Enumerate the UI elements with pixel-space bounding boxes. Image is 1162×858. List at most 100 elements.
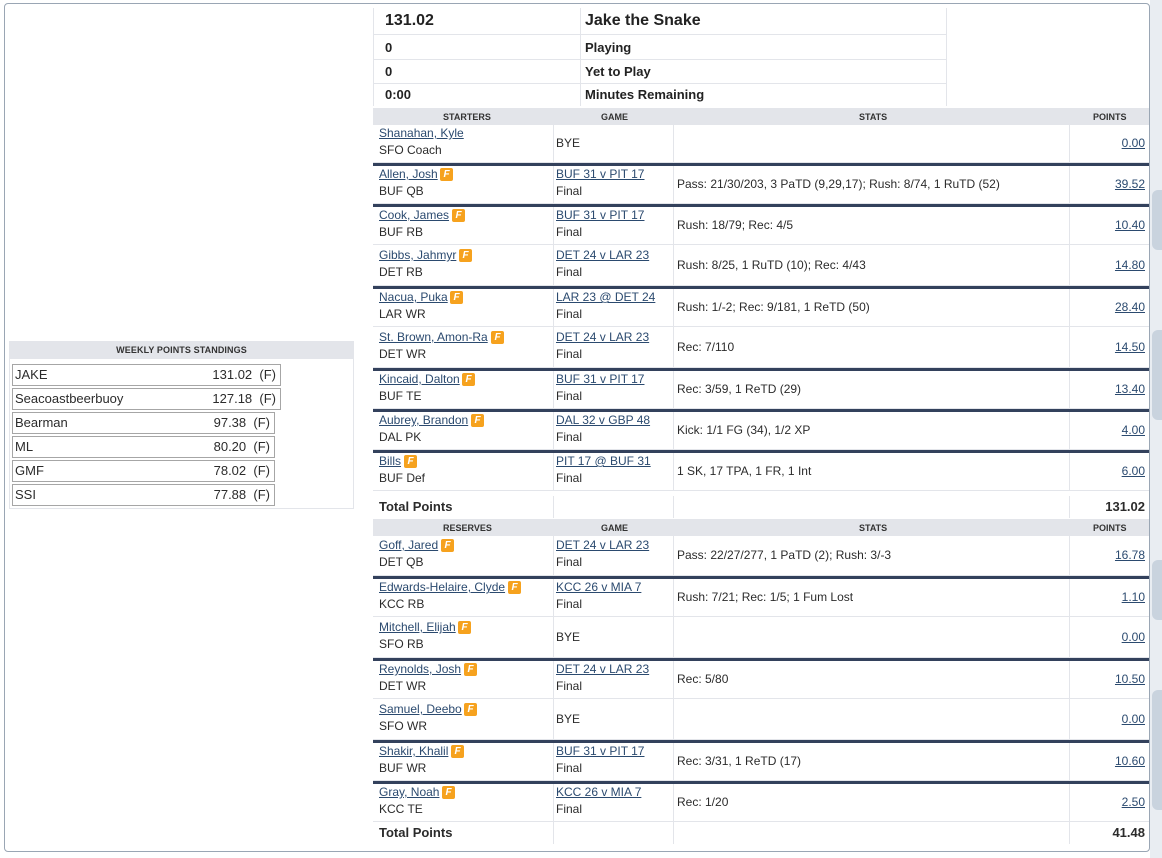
player-points-link[interactable]: 14.50 [1115, 340, 1145, 354]
player-points-link[interactable]: 1.10 [1122, 590, 1145, 604]
game-status: Final [556, 761, 583, 775]
player-stats: Pass: 21/30/203, 3 PaTD (9,29,17); Rush:… [677, 177, 1000, 191]
player-name-link[interactable]: Kincaid, Dalton [379, 372, 460, 386]
player-points-link[interactable]: 10.50 [1115, 672, 1145, 686]
fantasy-news-icon[interactable]: F [464, 703, 477, 716]
game-link[interactable]: LAR 23 @ DET 24 [556, 290, 655, 304]
game-status: BYE [556, 630, 581, 644]
player-name-link[interactable]: Edwards-Helaire, Clyde [379, 580, 505, 594]
game-status: Final [556, 430, 583, 444]
fantasy-news-icon[interactable]: F [462, 373, 475, 386]
player-name-link[interactable]: Shanahan, Kyle [379, 126, 464, 140]
column-divider [673, 496, 674, 518]
player-position: LAR WR [379, 307, 426, 321]
fantasy-news-icon[interactable]: F [464, 663, 477, 676]
player-name-link[interactable]: Gray, Noah [379, 785, 439, 799]
fantasy-news-icon[interactable]: F [442, 786, 455, 799]
player-name-link[interactable]: Goff, Jared [379, 538, 438, 552]
game-link[interactable]: PIT 17 @ BUF 31 [556, 454, 651, 468]
column-divider [553, 617, 554, 657]
fantasy-news-icon[interactable]: F [508, 581, 521, 594]
player-points-link[interactable]: 14.80 [1115, 258, 1145, 272]
player-name: Allen, Josh [379, 167, 438, 181]
game-link[interactable]: BUF 31 v PIT 17 [556, 167, 644, 181]
game-link[interactable]: DET 24 v LAR 23 [556, 662, 649, 676]
game-link[interactable]: KCC 26 v MIA 7 [556, 785, 641, 799]
fantasy-news-icon[interactable]: F [458, 621, 471, 634]
game-link[interactable]: DET 24 v LAR 23 [556, 248, 649, 262]
player-points-link[interactable]: 10.40 [1115, 218, 1145, 232]
player-name-link[interactable]: Shakir, Khalil [379, 744, 448, 758]
game-link[interactable]: BUF 31 v PIT 17 [556, 372, 644, 386]
player-points-link[interactable]: 0.00 [1122, 136, 1145, 150]
player-points-link[interactable]: 0.00 [1122, 630, 1145, 644]
column-divider [1069, 784, 1070, 821]
player-name-link[interactable]: Bills [379, 454, 401, 468]
player-name: Gray, Noah [379, 785, 440, 799]
player-points-link[interactable]: 28.40 [1115, 300, 1145, 314]
player-name-link[interactable]: St. Brown, Amon-Ra [379, 330, 488, 344]
player-name-link[interactable]: Nacua, Puka [379, 290, 448, 304]
fantasy-news-icon[interactable]: F [441, 539, 454, 552]
minutes-remaining-value: 0:00 [385, 87, 412, 102]
game-link[interactable]: BUF 31 v PIT 17 [556, 208, 644, 222]
column-divider [1069, 327, 1070, 367]
column-divider [673, 371, 674, 408]
game-link[interactable]: BUF 31 v PIT 17 [556, 744, 644, 758]
player-row: Samuel, Deebo F SFO WR BYE 0.00 [373, 699, 1149, 740]
column-divider [553, 743, 554, 780]
column-divider [673, 579, 674, 616]
player-name-link[interactable]: Gibbs, Jahmyr [379, 248, 456, 262]
player-name: Gibbs, Jahmyr [379, 248, 457, 262]
player-stats: Rec: 1/20 [677, 795, 729, 809]
player-row: Gray, Noah F KCC TE KCC 26 v MIA 7 Final Rec:… [373, 781, 1149, 822]
player-points-link[interactable]: 16.78 [1115, 548, 1145, 562]
column-divider [1069, 245, 1070, 285]
column-divider [673, 743, 674, 780]
column-divider [553, 496, 554, 518]
header-score-row: 131.02 Jake the Snake [373, 8, 946, 35]
column-divider [553, 207, 554, 244]
game-link[interactable]: DET 24 v LAR 23 [556, 538, 649, 552]
fantasy-news-icon[interactable]: F [450, 291, 463, 304]
fantasy-news-icon[interactable]: F [452, 209, 465, 222]
player-points-link[interactable]: 4.00 [1122, 423, 1145, 437]
col-game: GAME [601, 112, 628, 122]
yet-to-play-label: Yet to Play [585, 64, 651, 79]
player-position: DAL PK [379, 430, 422, 444]
player-points-link[interactable]: 6.00 [1122, 464, 1145, 478]
player-points-link[interactable]: 2.50 [1122, 795, 1145, 809]
game-status: Final [556, 802, 583, 816]
player-points-link[interactable]: 39.52 [1115, 177, 1145, 191]
fantasy-news-icon[interactable]: F [459, 249, 472, 262]
player-name-link[interactable]: Reynolds, Josh [379, 662, 461, 676]
game-link[interactable]: DET 24 v LAR 23 [556, 330, 649, 344]
page-scroll-edge [1150, 0, 1162, 858]
column-divider [673, 125, 674, 162]
column-divider [553, 327, 554, 367]
player-name-link[interactable]: Cook, James [379, 208, 449, 222]
column-divider [553, 453, 554, 490]
standings-team: SSI [15, 487, 36, 502]
game-status: Final [556, 184, 583, 198]
player-points-link[interactable]: 0.00 [1122, 712, 1145, 726]
player-points-link[interactable]: 10.60 [1115, 754, 1145, 768]
col-reserves: RESERVES [443, 523, 492, 533]
game-link[interactable]: DAL 32 v GBP 48 [556, 413, 650, 427]
game-link[interactable]: KCC 26 v MIA 7 [556, 580, 641, 594]
player-points-link[interactable]: 13.40 [1115, 382, 1145, 396]
col-stats: STATS [859, 523, 888, 533]
player-stats: 1 SK, 17 TPA, 1 FR, 1 Int [677, 464, 812, 478]
column-divider [673, 412, 674, 449]
fantasy-news-icon[interactable]: F [491, 331, 504, 344]
fantasy-news-icon[interactable]: F [451, 745, 464, 758]
player-name-link[interactable]: Mitchell, Elijah [379, 620, 456, 634]
fantasy-news-icon[interactable]: F [404, 455, 417, 468]
column-divider [1069, 743, 1070, 780]
player-name-link[interactable]: Samuel, Deebo [379, 702, 462, 716]
player-name-link[interactable]: Allen, Josh [379, 167, 438, 181]
player-name-link[interactable]: Aubrey, Brandon [379, 413, 468, 427]
fantasy-news-icon[interactable]: F [471, 414, 484, 427]
player-stats: Rush: 7/21; Rec: 1/5; 1 Fum Lost [677, 590, 854, 604]
fantasy-news-icon[interactable]: F [440, 168, 453, 181]
